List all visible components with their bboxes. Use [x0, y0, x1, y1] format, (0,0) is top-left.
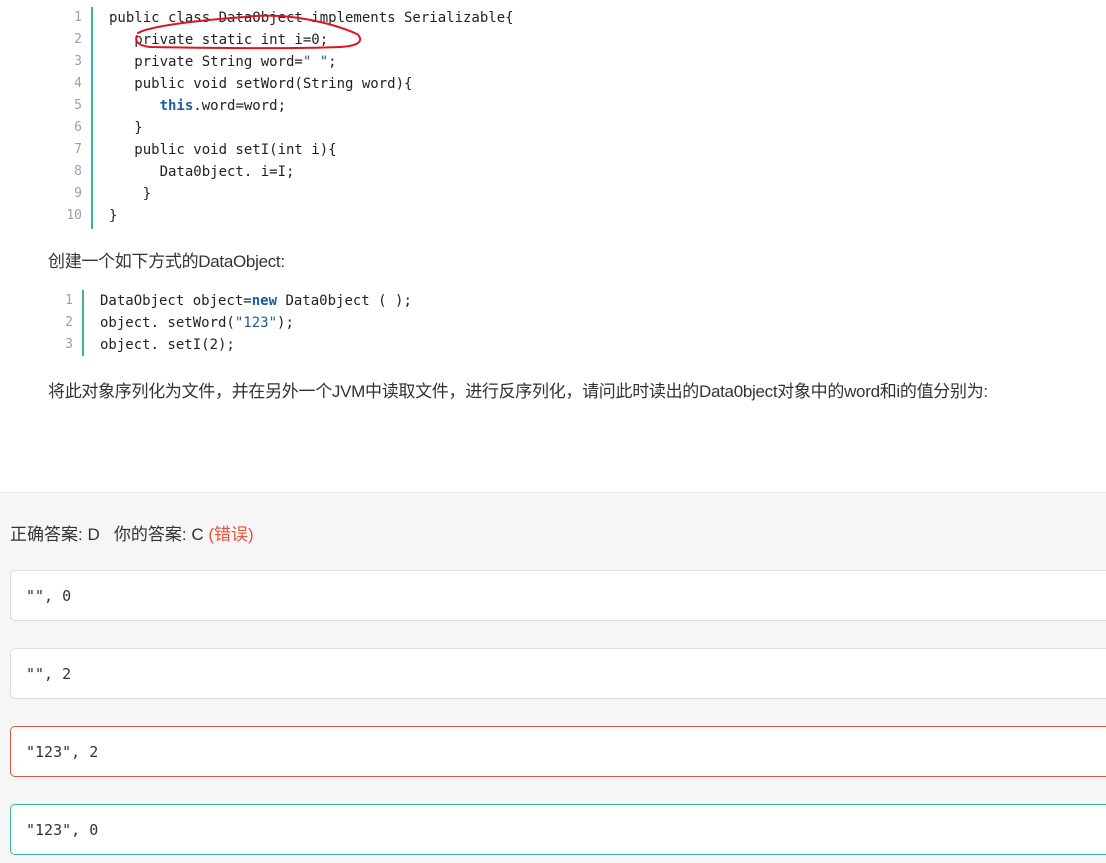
- code-text: DataObject object=new Data0bject ( );: [100, 290, 412, 312]
- code-text: }: [109, 186, 152, 202]
- code-line: 3 object. setI(2);: [58, 334, 412, 356]
- string-literal: "123": [234, 315, 278, 331]
- code-line: 2 private static int i=0;: [58, 29, 514, 51]
- code-text: object. setWord("123");: [100, 312, 294, 334]
- code-block-2: 1 DataObject object=new Data0bject ( ); …: [58, 290, 412, 356]
- line-number: 4: [74, 76, 82, 91]
- question-text-2: 将此对象序列化为文件，并在另外一个JVM中读取文件，进行反序列化，请问此时读出的…: [48, 382, 988, 401]
- code-text: Data0bject. i=I;: [109, 164, 295, 180]
- code-line: 2 object. setWord("123");: [58, 312, 412, 334]
- line-number: 9: [74, 186, 82, 201]
- code-text-part: DataObject object=: [100, 293, 252, 309]
- keyword: this: [159, 98, 194, 114]
- line-number: 1: [65, 293, 73, 308]
- code-line: 6 }: [58, 117, 514, 139]
- question-text-1: 创建一个如下方式的DataObject:: [48, 252, 285, 271]
- line-number: 3: [65, 337, 73, 352]
- line-number: 2: [65, 315, 73, 330]
- code-text-part: object. setWord(: [100, 315, 235, 331]
- code-block-accent-bar: [82, 290, 84, 356]
- code-text: }: [109, 120, 143, 136]
- option-d-correct[interactable]: "123", 0: [10, 804, 1106, 855]
- wrong-tag: (错误): [208, 525, 254, 544]
- line-number: 8: [74, 164, 82, 179]
- keyword: new: [251, 293, 278, 309]
- code-line: 10 }: [58, 205, 514, 227]
- code-text: public class DataObject implements Seria…: [109, 10, 514, 26]
- code-text-part: ;: [328, 54, 337, 70]
- line-number: 5: [74, 98, 82, 113]
- code-text: public void setI(int i){: [109, 142, 337, 158]
- code-line: 3 private String word=" ";: [58, 51, 514, 73]
- string-literal: " ": [302, 54, 329, 70]
- your-answer-label: 你的答案: C: [113, 525, 204, 544]
- line-number: 10: [66, 208, 82, 223]
- line-number: 6: [74, 120, 82, 135]
- code-text-part: Data0bject ( );: [277, 293, 412, 309]
- code-line: 9 }: [58, 183, 514, 205]
- code-text: }: [109, 208, 118, 224]
- code-text-part: .word=word;: [193, 98, 287, 114]
- option-b[interactable]: "", 2: [10, 648, 1106, 699]
- line-number: 2: [74, 32, 82, 47]
- code-line: 1 public class DataObject implements Ser…: [58, 7, 514, 29]
- line-number: 3: [74, 54, 82, 69]
- code-text: private static int i=0;: [109, 32, 329, 48]
- code-text-part: private String word=: [109, 54, 303, 70]
- code-line: 1 DataObject object=new Data0bject ( );: [58, 290, 412, 312]
- code-text-part: );: [277, 315, 294, 331]
- code-line: 5 this.word=word;: [58, 95, 514, 117]
- code-line: 4 public void setWord(String word){: [58, 73, 514, 95]
- code-line: 7 public void setI(int i){: [58, 139, 514, 161]
- line-number: 7: [74, 142, 82, 157]
- code-block-accent-bar: [91, 7, 93, 229]
- option-a[interactable]: "", 0: [10, 570, 1106, 621]
- code-line: 8 Data0bject. i=I;: [58, 161, 514, 183]
- code-text: object. setI(2);: [100, 337, 235, 353]
- code-text: public void setWord(String word){: [109, 76, 413, 92]
- line-number: 1: [74, 10, 82, 25]
- code-block-1: 1 public class DataObject implements Ser…: [58, 7, 514, 229]
- option-c-selected-wrong[interactable]: "123", 2: [10, 726, 1106, 777]
- answer-summary: 正确答案: D 你的答案: C (错误): [10, 520, 254, 545]
- code-text: private String word=" ";: [109, 51, 337, 73]
- correct-answer-label: 正确答案: D: [10, 525, 100, 544]
- code-text: this.word=word;: [109, 95, 286, 117]
